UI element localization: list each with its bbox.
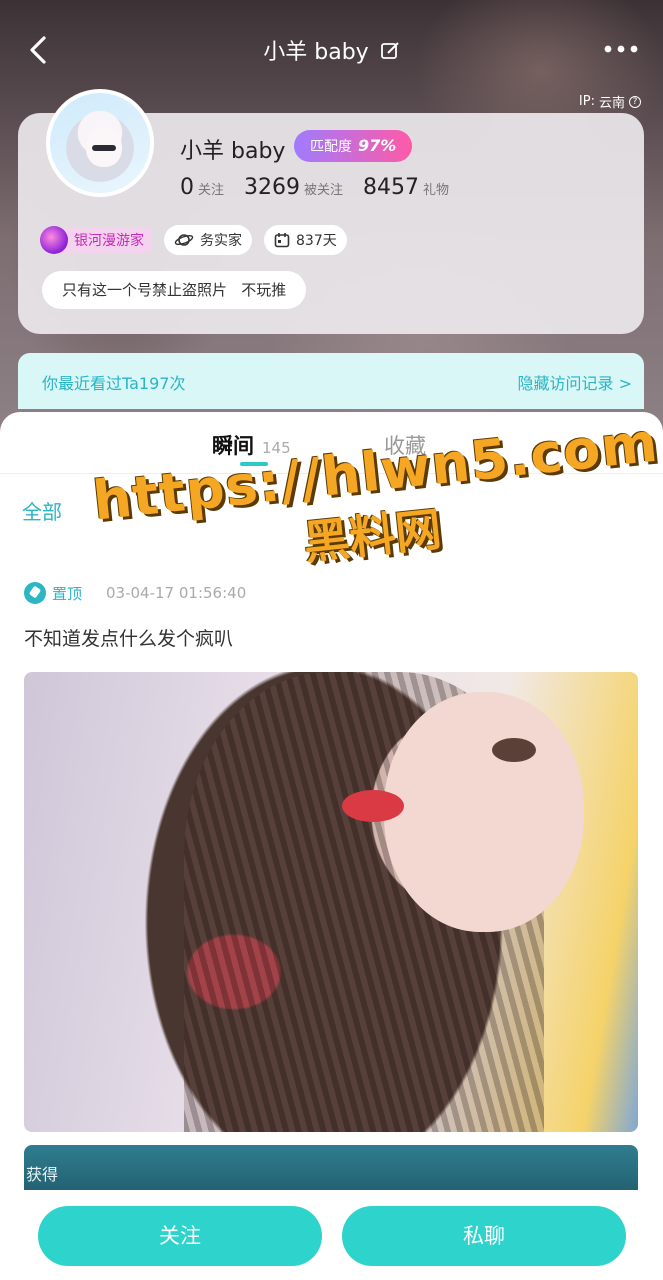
pinned-label: 置顶	[52, 584, 83, 603]
nav-title: 小羊 baby	[263, 40, 369, 65]
tag-galaxy-explorer[interactable]: 银河漫游家	[40, 226, 152, 254]
ip-label: IP:	[578, 94, 595, 109]
profile-tags: 银河漫游家 务实家 837天	[40, 225, 347, 255]
follow-button[interactable]: 关注	[38, 1206, 322, 1266]
stat-value: 8457	[363, 175, 420, 200]
ip-location: IP: 云南 ?	[579, 92, 641, 111]
tab-moments[interactable]: 瞬间 145	[212, 430, 291, 460]
nav-title-group: 小羊 baby	[0, 34, 663, 66]
tag-days[interactable]: 837天	[264, 225, 347, 255]
visit-count-text: 你最近看过Ta197次	[42, 374, 186, 393]
profile-card: 小羊 baby 匹配度 97% 0 关注 3269 被关注 8457 礼物 银河漫游家 …	[18, 89, 644, 334]
ip-value: 云南	[598, 96, 625, 111]
edit-icon[interactable]	[380, 41, 400, 61]
nav-bar: 小羊 baby	[0, 18, 663, 82]
stat-label: 被关注	[304, 183, 344, 198]
post-photo[interactable]	[24, 672, 638, 1132]
pin-icon	[24, 582, 46, 604]
stat-label: 关注	[198, 183, 225, 198]
private-chat-button[interactable]: 私聊	[342, 1206, 626, 1266]
post-text: 不知道发点什么发个疯叭	[24, 628, 234, 650]
photo-lips	[342, 790, 404, 822]
galaxy-badge-icon	[40, 226, 68, 254]
stat-value: 0	[180, 175, 194, 200]
avatar[interactable]	[46, 89, 154, 197]
tag-pragmatist[interactable]: 务实家	[164, 225, 252, 255]
filter-all[interactable]: 全部	[22, 496, 62, 525]
stat-value: 3269	[244, 175, 301, 200]
tag-label: 837天	[296, 233, 337, 249]
calendar-icon	[274, 233, 290, 248]
tag-label: 银河漫游家	[74, 233, 144, 249]
match-label: 匹配度	[310, 139, 352, 155]
stat-followers[interactable]: 3269 被关注	[244, 175, 343, 200]
bottom-action-bar: 关注 私聊	[0, 1190, 663, 1280]
post-time: 03-04-17 01:56:40	[106, 584, 247, 602]
profile-bio: 只有这一个号禁止盗照片 不玩推	[42, 271, 307, 309]
profile-stats: 0 关注 3269 被关注 8457 礼物	[180, 175, 449, 200]
planet-icon	[174, 234, 194, 246]
help-icon[interactable]: ?	[629, 95, 641, 108]
tab-label: 瞬间	[212, 434, 254, 458]
photo-face	[384, 692, 584, 932]
more-options-icon[interactable]	[603, 42, 639, 56]
match-badge: 匹配度 97%	[294, 130, 413, 162]
post-meta: 置顶 03-04-17 01:56:40	[24, 582, 246, 604]
photo-eye	[492, 738, 536, 762]
tab-active-indicator	[240, 462, 268, 466]
avatar-eyes	[92, 145, 116, 151]
second-post-label: 获得	[26, 1165, 59, 1184]
tab-count: 145	[262, 439, 291, 457]
content-sheet: 瞬间 145 收藏 全部 置顶 03-04-17 01:56:40 不知道发点什么…	[0, 412, 663, 1280]
stat-following[interactable]: 0 关注	[180, 175, 224, 200]
profile-name: 小羊 baby	[180, 139, 286, 164]
tag-label: 务实家	[200, 233, 242, 249]
tab-favorites[interactable]: 收藏	[384, 430, 426, 460]
hide-visit-record-link[interactable]: 隐藏访问记录 >	[518, 370, 633, 394]
visit-record-bar: 你最近看过Ta197次 隐藏访问记录 >	[18, 353, 644, 409]
stat-label: 礼物	[423, 183, 450, 198]
tab-bar: 瞬间 145 收藏	[0, 412, 663, 474]
stat-gifts[interactable]: 8457 礼物	[363, 175, 449, 200]
match-value: 97%	[358, 136, 397, 155]
